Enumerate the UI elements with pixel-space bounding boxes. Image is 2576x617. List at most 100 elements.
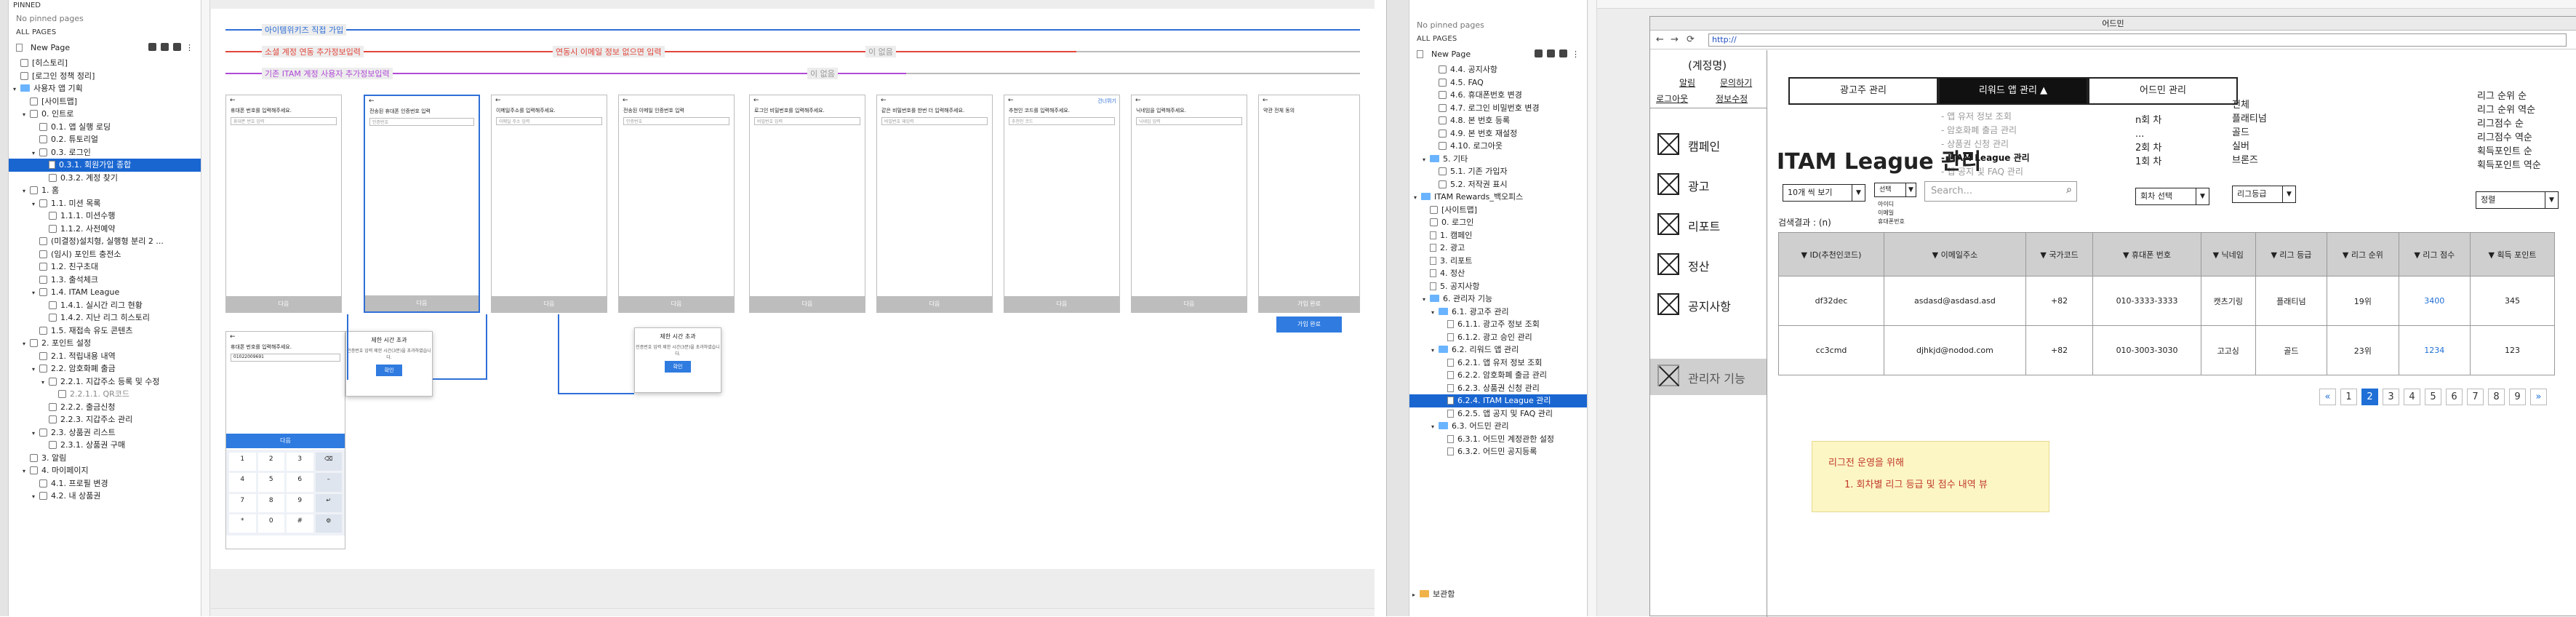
select-option[interactable]: 플래티넘 [2232,112,2267,126]
tree-item[interactable]: 2. 광고 [1409,242,1587,255]
tree-item[interactable]: 2.2.1.1. QR코드 [9,388,201,401]
reload-icon[interactable]: ⟳ [1687,34,1695,45]
modal2-confirm-button[interactable]: 확인 [664,361,692,373]
inquiry-link[interactable]: 문의하기 [1720,76,1752,89]
admin-menu-item[interactable]: 관리자 기능 [1650,359,1767,395]
tree-item[interactable]: (미결정)설치형, 실행형 분리 2 ... [9,235,201,248]
page-button[interactable]: 6 [2446,389,2463,405]
tree-item[interactable]: 1.1.2. 사전예약 [9,223,201,236]
checkbox-icon[interactable] [39,365,47,373]
search-type-select[interactable]: 선택 ▼ [1874,183,1916,197]
tree-item[interactable]: ▾ 1. 홈 [9,184,201,197]
select-option[interactable]: 휴대폰번호 [1878,218,1905,226]
phone-input[interactable]: 인증번호 [369,118,474,126]
phone-screen[interactable]: ← 전송된 휴대폰 인증번호 입력 인증번호 다음 [364,95,480,313]
keypad-function-key[interactable]: ↵ [315,493,342,512]
tree-item[interactable]: 0.2. 튜토리얼 [9,133,201,146]
keypad-key[interactable]: 5 [257,473,284,492]
tree-item[interactable]: 4.7. 로그인 비밀번호 변경 [1409,102,1587,115]
sort-arrow-icon[interactable]: ▼ [2343,250,2351,260]
tree-item[interactable]: 3. 알림 [9,452,201,465]
phone-input[interactable]: 이메일 주소 입력 [496,117,602,125]
checkbox-icon[interactable] [1430,205,1438,214]
checkbox-icon[interactable] [30,110,38,118]
duplicate-icon[interactable] [173,43,181,51]
checkbox-icon[interactable] [39,250,47,258]
tree-item[interactable]: 6.2.1. 앱 유저 정보 조회 [1409,357,1587,370]
tree-item[interactable]: ▾ 2. 포인트 설정 [9,337,201,350]
keypad-function-key[interactable]: ⌫ [315,453,342,471]
tree-item[interactable]: [사이트맵] [1409,204,1587,217]
tree-item[interactable]: ▾ 5. 기타 [1409,153,1587,166]
phone-input[interactable]: 휴대폰 번호 입력 [231,117,337,125]
select-option[interactable]: 2회 차 [2135,141,2161,155]
phone-next-button[interactable]: 다음 [750,296,865,312]
signup-complete-button[interactable]: 가입 완료 [1276,317,1342,333]
more-icon[interactable]: ⋮ [1572,49,1580,59]
chevron-down-icon[interactable]: ▾ [32,490,39,503]
checkbox-icon[interactable] [1439,103,1447,112]
trash-icon[interactable] [161,43,169,51]
back-arrow-icon[interactable]: ← [750,95,865,106]
phone-screen[interactable]: ← 로그인 비밀번호를 입력해주세요. 비밀번호 입력 다음 [749,95,865,313]
page-button[interactable]: 9 [2509,389,2526,405]
page-button[interactable]: 1 [2340,389,2357,405]
tree-item[interactable]: ▾ 4.2. 내 상품권 [9,490,201,503]
chevron-down-icon[interactable]: ▾ [1414,191,1421,204]
checkbox-icon[interactable] [39,288,47,296]
phone-screen[interactable]: ← 약관 전체 동의 가입 완료 [1258,95,1360,313]
select-option[interactable]: 아이디 [1878,200,1905,209]
checkbox-icon[interactable] [39,237,47,245]
tree-item[interactable]: [사이트맵] [9,95,201,108]
checkbox-icon[interactable] [1439,129,1447,138]
tab-advertiser[interactable]: 광고주 관리 [1788,77,1938,105]
checkbox-icon[interactable] [39,263,47,271]
tree-item[interactable]: ▾ 사용자 앱 기획 [9,82,201,95]
keypad-key[interactable]: 7 [229,493,256,512]
table-row[interactable]: cc3cmd djhkjd@nodod.com +82 010-3003-3030 고고… [1778,325,2555,375]
checkbox-icon[interactable] [1439,180,1447,188]
back-arrow-icon[interactable]: ← [1656,34,1664,45]
tree-item[interactable]: 2.2.3. 지갑주소 관리 [9,413,201,426]
new-page-button[interactable]: New Page [1431,49,1471,59]
keypad-key[interactable]: 1 [229,453,256,471]
back-arrow-icon[interactable]: ← [226,332,345,342]
select-option[interactable]: 리그 순위 순 [2477,89,2541,103]
phone-next-button[interactable]: 다음 [492,296,607,312]
tree-item[interactable]: ▾ 6.2. 리워드 앱 관리 [1409,343,1587,357]
phone-next-button[interactable]: 다음 [365,295,479,311]
tree-item[interactable]: ▾ 1.1. 미션 목록 [9,197,201,210]
sort-arrow-icon[interactable]: ▼ [2123,250,2132,260]
url-input[interactable]: http:// [1708,33,2567,47]
tree-item[interactable]: ▾ 6. 관리자 기능 [1409,292,1587,306]
checkbox-icon[interactable] [49,441,57,449]
chevron-down-icon[interactable]: ▾ [32,287,39,299]
tree-item[interactable]: 6.1.1. 광고주 정보 조회 [1409,318,1587,331]
sort-arrow-icon[interactable]: ▼ [1801,250,1810,260]
tree-item[interactable]: 4.5. FAQ [1409,76,1587,89]
phone-next-button[interactable]: 다음 [877,296,992,312]
keypad-key[interactable]: 8 [257,493,284,512]
sort-arrow-icon[interactable]: ▼ [2040,250,2049,260]
chevron-down-icon[interactable]: ▾ [32,198,39,210]
keypad-phone-screen[interactable]: ← 휴대폰 번호를 입력해주세요. 01022009691 다음 1 2 3 ⌫ 4 5 6… [225,331,345,549]
tree-item[interactable]: 5.1. 기존 가입자 [1409,165,1587,178]
checkbox-icon[interactable] [39,351,47,360]
checkbox-icon[interactable] [1439,65,1447,73]
tree-item[interactable]: 6.3.1. 어드민 계정관한 설정 [1409,433,1587,446]
page-button[interactable]: » [2530,389,2547,405]
logout-link[interactable]: 로그아웃 [1656,92,1688,105]
checkbox-icon[interactable] [39,122,47,131]
chevron-down-icon[interactable]: ▾ [1423,154,1430,166]
keypad-key[interactable]: # [287,514,313,533]
checkbox-icon[interactable] [39,479,47,487]
checkbox-icon[interactable] [49,402,57,411]
chevron-down-icon[interactable]: ▾ [23,338,30,350]
tree-item[interactable]: 2.2.2. 출금신청 [9,401,201,414]
column-header[interactable]: ▼ 리그 순위 [2327,232,2399,276]
page-button[interactable]: 8 [2488,389,2505,405]
checkbox-icon[interactable] [1430,218,1438,226]
phone-screen[interactable]: ← 같은 비밀번호를 한번 더 입력해주세요. 비밀번호 재입력 다음 [876,95,993,313]
select-option[interactable]: 리그점수 순 [2477,117,2541,131]
tree-item[interactable]: 0.1. 앱 실행 로딩 [9,121,201,134]
